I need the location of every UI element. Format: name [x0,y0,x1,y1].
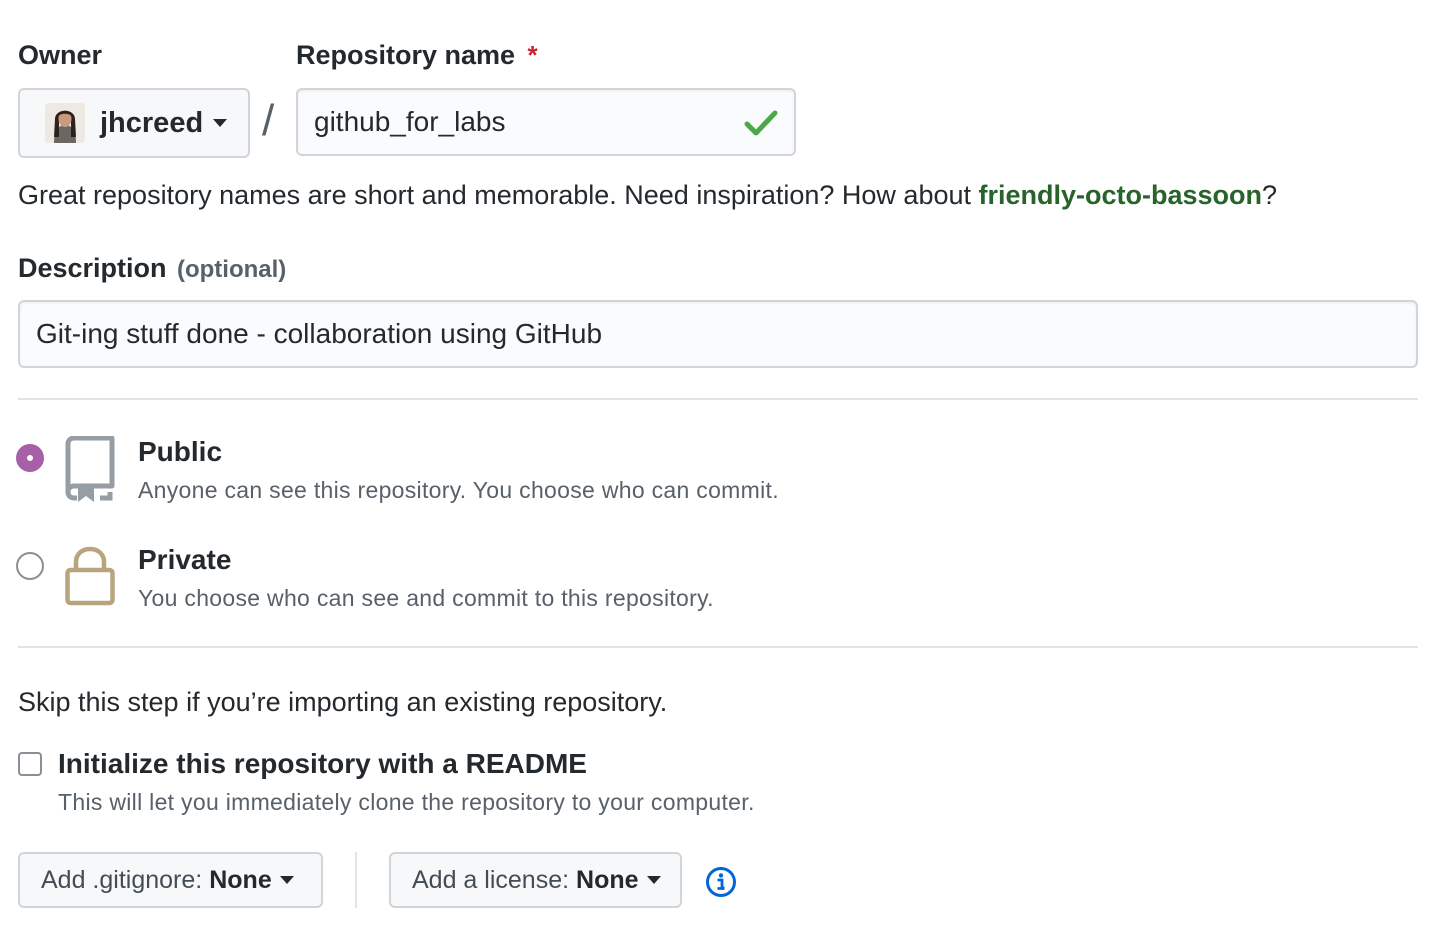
gitignore-value: None [209,865,272,894]
optional-tag: (optional) [176,256,287,283]
gitignore-label: Add .gitignore: [41,865,203,894]
public-note: Anyone can see this repository. You choo… [138,477,779,503]
owner-username: jhcreed [100,106,204,139]
readme-title[interactable]: Initialize this repository with a README [58,748,587,780]
public-radio[interactable] [16,444,44,472]
owner-label: Owner [18,40,103,70]
repo-icon [65,436,115,502]
repo-name-input[interactable]: github_for_labs [296,88,796,156]
repo-name-label-wrap: Repository name * [296,40,538,71]
owner-repo-separator: / [262,96,275,145]
vertical-divider [355,852,357,908]
import-note: Skip this step if you’re importing an ex… [18,687,668,717]
hint-prefix: Great repository names are short and mem… [18,180,979,210]
readme-checkbox[interactable] [18,752,42,776]
gitignore-select-button[interactable]: Add .gitignore: None [18,852,323,908]
caret-down-icon [213,119,228,127]
required-mark: * [527,40,538,70]
hint-suffix: ? [1262,180,1278,210]
repo-name-value: github_for_labs [314,106,506,137]
readme-note: This will let you immediately clone the … [58,789,755,815]
divider [18,646,1418,648]
license-value: None [576,865,639,894]
repo-name-label: Repository name [296,40,516,70]
avatar [45,103,85,143]
description-value: Git-ing stuff done - collaboration using… [36,318,603,349]
private-note: You choose who can see and commit to thi… [138,585,714,611]
caret-down-icon [279,876,294,884]
divider [18,398,1418,400]
repo-name-hint: Great repository names are short and mem… [18,180,1277,211]
description-label-wrap: Description (optional) [18,253,286,284]
public-title: Public [138,436,223,467]
owner-select-button[interactable]: jhcreed [18,88,250,158]
name-suggestion-link[interactable]: friendly-octo-bassoon [979,180,1263,210]
lock-icon [65,546,115,606]
info-icon[interactable] [705,866,737,898]
private-title: Private [138,544,232,575]
check-icon [744,110,778,136]
description-label: Description [18,253,167,283]
private-radio[interactable] [16,552,44,580]
license-select-button[interactable]: Add a license: None [389,852,682,908]
description-input[interactable]: Git-ing stuff done - collaboration using… [18,300,1418,368]
license-label: Add a license: [412,865,570,894]
caret-down-icon [646,876,661,884]
